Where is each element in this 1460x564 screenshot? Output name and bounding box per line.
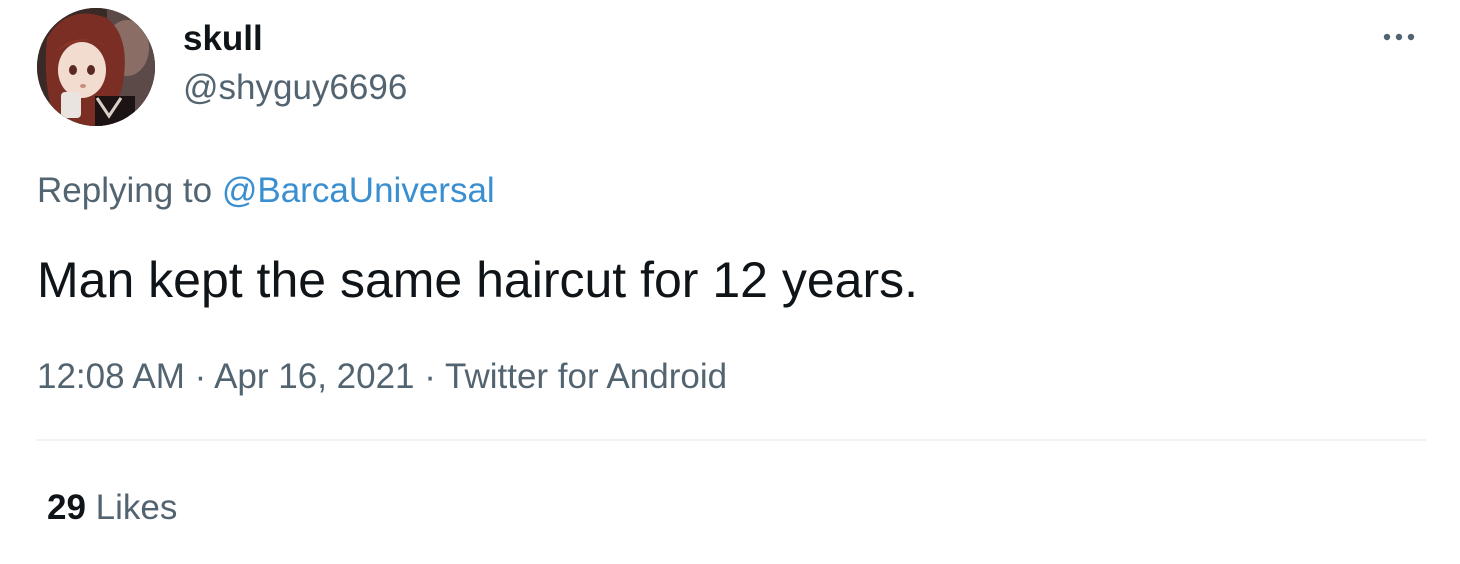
likes-link[interactable]: 29 Likes (47, 487, 177, 529)
divider (37, 439, 1426, 441)
tweet-date[interactable]: Apr 16, 2021 (214, 357, 414, 396)
avatar-image (37, 8, 155, 126)
meta-separator: · (194, 357, 207, 396)
tweet-source[interactable]: Twitter for Android (445, 357, 727, 396)
more-horizontal-icon (1383, 33, 1415, 41)
author-display-name[interactable]: skull (183, 18, 263, 60)
likes-label: Likes (95, 488, 178, 527)
tweet-time[interactable]: 12:08 AM (37, 357, 185, 396)
likes-count: 29 (47, 488, 86, 527)
tweet-meta: 12:08 AM · Apr 16, 2021 · Twitter for An… (37, 356, 727, 398)
tweet-card: skull @shyguy6696 Replying to @BarcaUniv… (0, 0, 1460, 564)
reply-mention-link[interactable]: @BarcaUniversal (222, 171, 495, 210)
meta-separator: · (424, 357, 436, 396)
replying-to-label: Replying to (37, 171, 213, 210)
avatar[interactable] (37, 8, 155, 126)
more-options-button[interactable] (1374, 20, 1424, 54)
author-handle[interactable]: @shyguy6696 (183, 67, 407, 109)
replying-to-line: Replying to @BarcaUniversal (37, 170, 495, 212)
tweet-text: Man kept the same haircut for 12 years. (37, 252, 918, 308)
